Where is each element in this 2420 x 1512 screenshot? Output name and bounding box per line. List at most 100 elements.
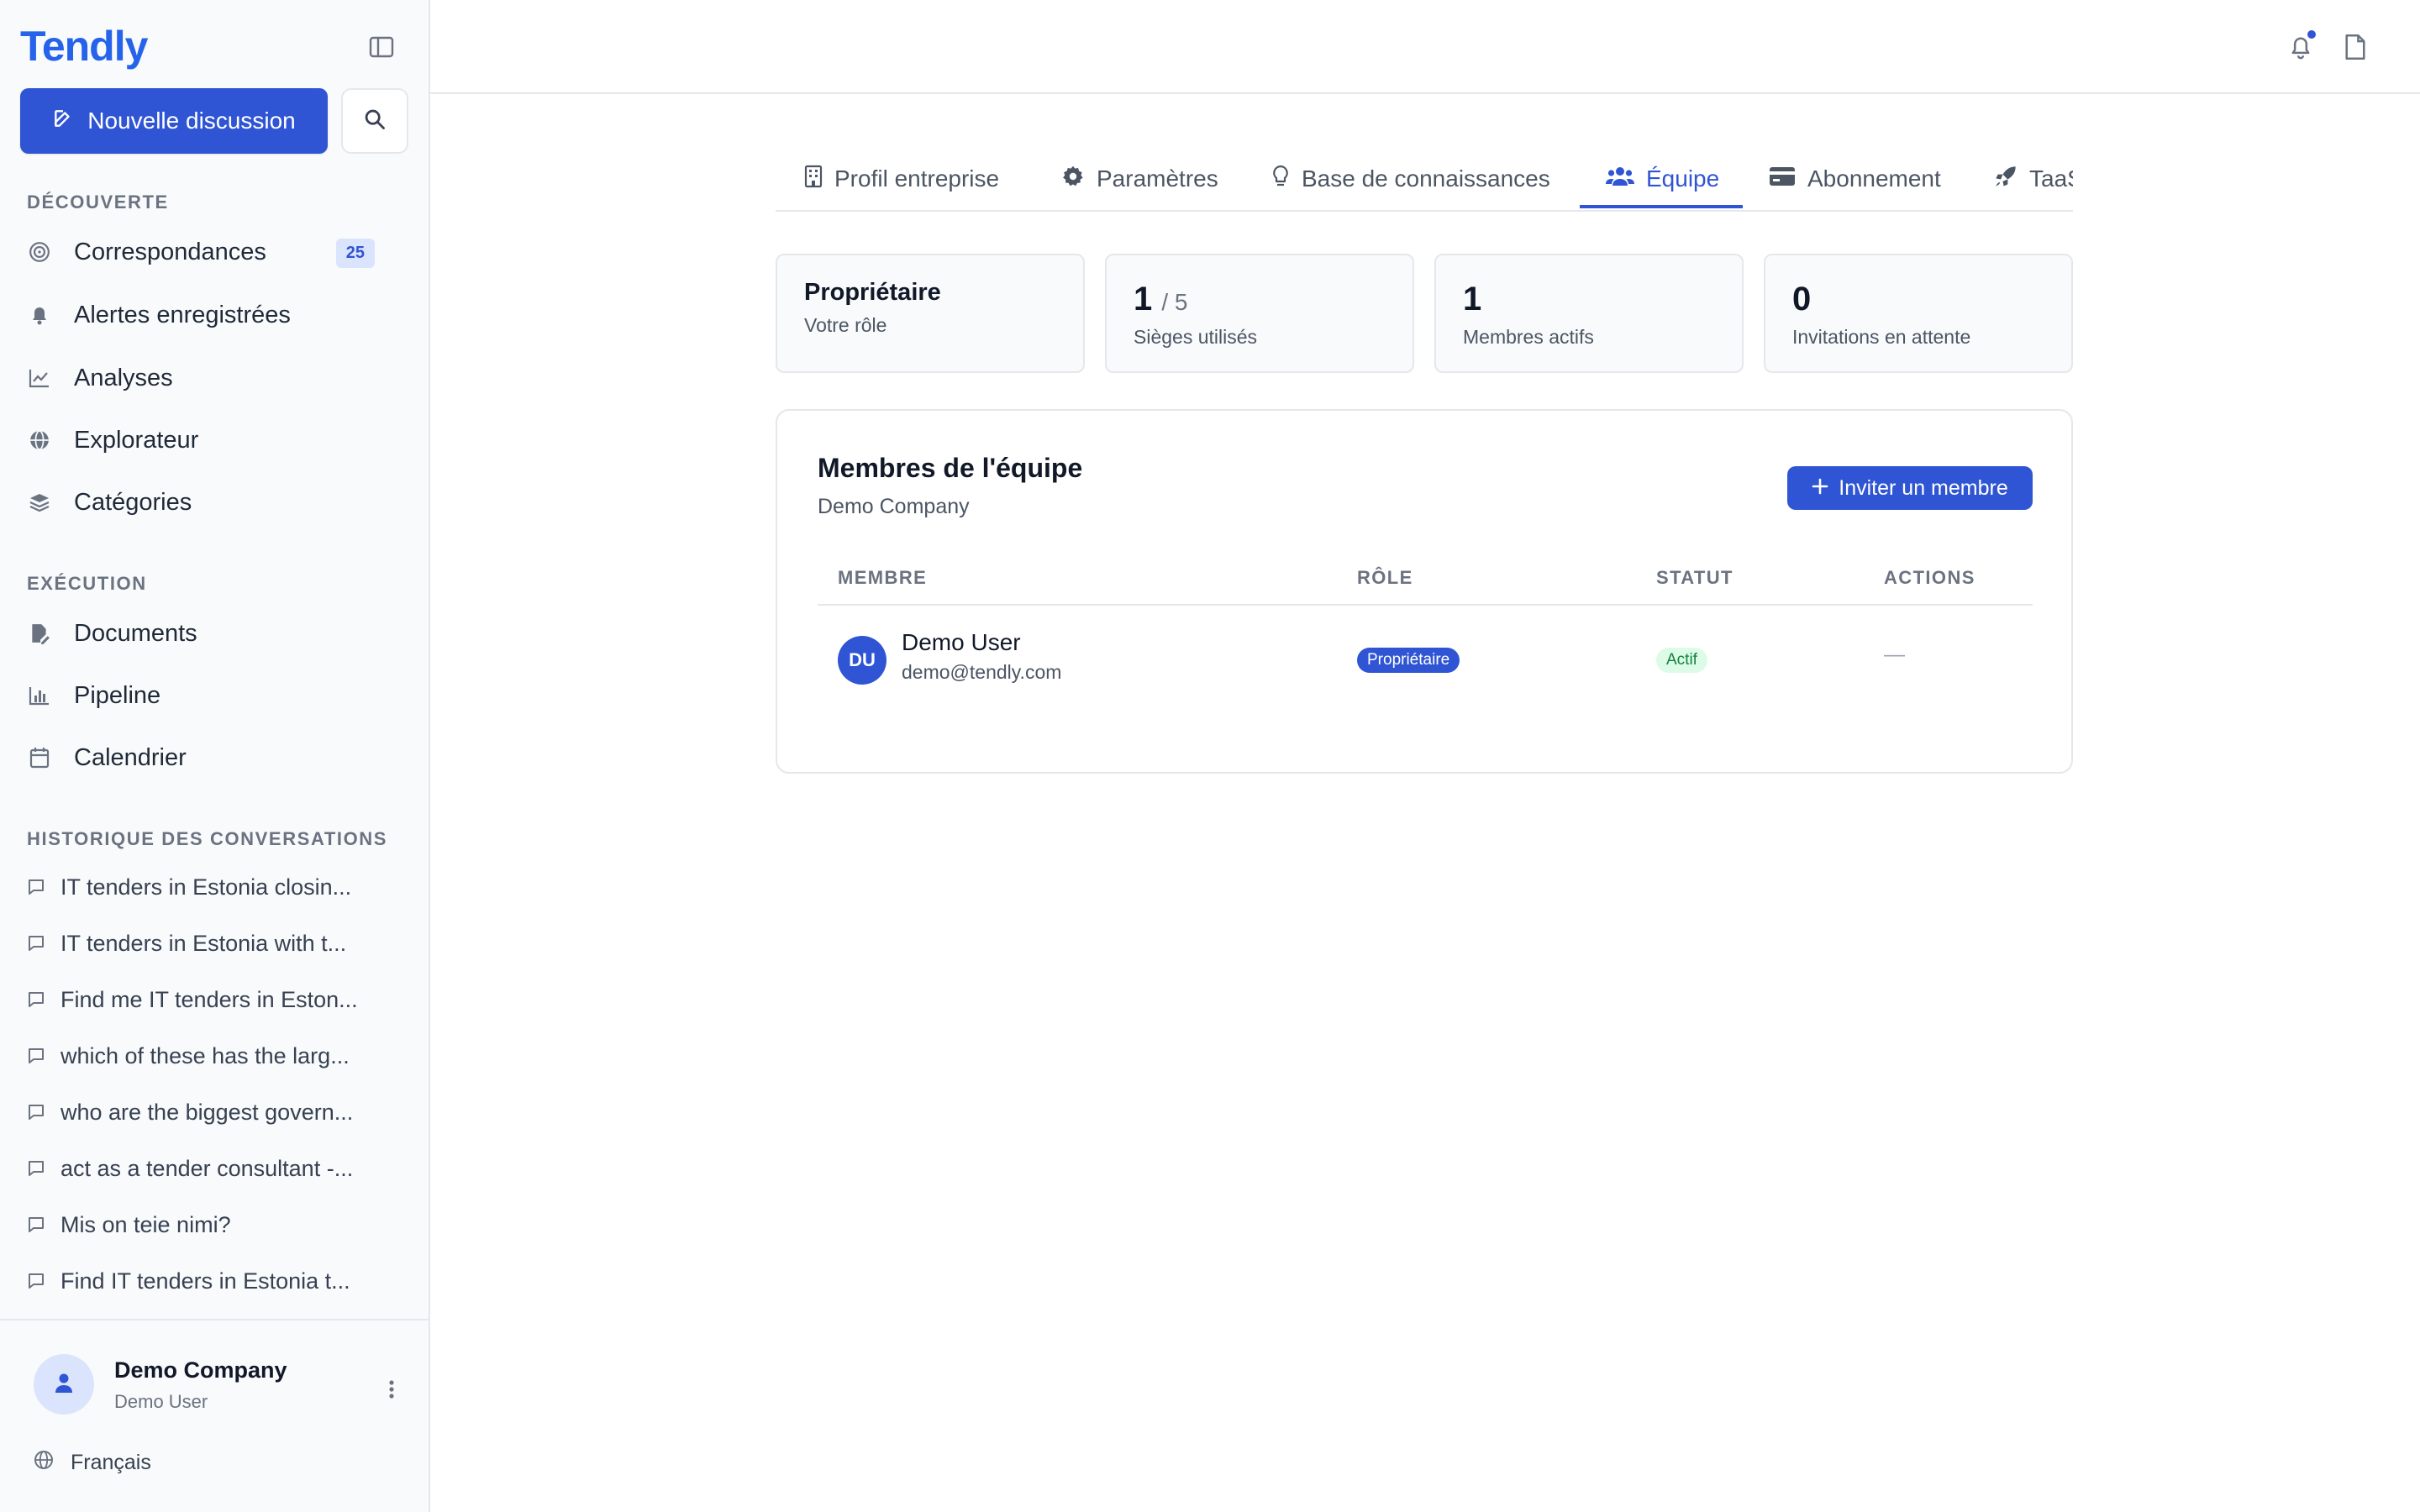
bell-icon xyxy=(27,302,52,328)
avatar: DU xyxy=(838,636,886,685)
line-chart-icon xyxy=(27,365,52,391)
no-actions: — xyxy=(1884,643,1905,666)
stat-value: 0 xyxy=(1792,281,1812,318)
app-logo[interactable]: Tendly xyxy=(20,22,148,71)
history-item[interactable]: Mis on teie nimi? xyxy=(27,1204,403,1246)
message-icon xyxy=(27,1103,45,1121)
history-item[interactable]: who are the biggest govern... xyxy=(27,1091,403,1133)
history-item-label: IT tenders in Estonia with t... xyxy=(60,930,347,956)
tab-company-profile[interactable]: Profil entreprise xyxy=(804,146,999,210)
history-item-label: which of these has the larg... xyxy=(60,1042,350,1068)
sidebar-item-label: Alertes enregistrées xyxy=(74,301,291,328)
new-discussion-label: Nouvelle discussion xyxy=(87,108,296,134)
section-label-history: HISTORIQUE DES CONVERSATIONS xyxy=(27,828,388,849)
history-item[interactable]: IT tenders in Estonia closin... xyxy=(27,866,403,908)
tab-knowledge-base[interactable]: Base de connaissances xyxy=(1271,146,1550,210)
invite-member-button[interactable]: Inviter un membre xyxy=(1787,466,2033,510)
tab-settings[interactable]: Paramètres xyxy=(1061,146,1218,210)
history-item-label: IT tenders in Estonia closin... xyxy=(60,874,352,900)
sidebar-item-label: Analyses xyxy=(74,364,173,391)
user-profile[interactable]: Demo Company Demo User xyxy=(0,1319,429,1415)
file-edit-icon xyxy=(27,621,52,646)
card-title: Membres de l'équipe xyxy=(818,453,1083,483)
column-header-role: RÔLE xyxy=(1357,567,1413,588)
history-item-label: act as a tender consultant -... xyxy=(60,1155,354,1181)
tab-label: Base de connaissances xyxy=(1302,165,1550,192)
tab-label: Abonnement xyxy=(1807,165,1941,192)
search-icon xyxy=(363,108,387,135)
stat-label: Membres actifs xyxy=(1463,326,1594,348)
stat-card-role: Propriétaire Votre rôle xyxy=(776,254,1085,373)
stat-value: Propriétaire xyxy=(804,279,941,306)
stat-value: 1 xyxy=(1463,281,1482,318)
sidebar-item-explorer[interactable]: Explorateur xyxy=(27,415,403,465)
history-item-label: Mis on teie nimi? xyxy=(60,1211,231,1237)
sidebar-item-categories[interactable]: Catégories xyxy=(27,477,403,528)
sidebar-item-pipeline[interactable]: Pipeline xyxy=(27,670,403,721)
target-icon xyxy=(27,239,52,265)
sidebar-item-documents[interactable]: Documents xyxy=(27,608,403,659)
member-email: demo@tendly.com xyxy=(902,661,1062,683)
tab-taas[interactable]: TaaS xyxy=(1994,146,2073,210)
sidebar-item-correspondances[interactable]: Correspondances 25 xyxy=(27,227,403,277)
message-icon xyxy=(27,1159,45,1178)
history-item[interactable]: which of these has the larg... xyxy=(27,1035,403,1077)
stat-value: 1 / 5 xyxy=(1134,281,1188,318)
status-badge: Actif xyxy=(1656,648,1707,673)
gear-icon xyxy=(1061,165,1085,194)
seats-total: / 5 xyxy=(1161,289,1188,315)
team-members-card: Membres de l'équipe Demo Company Inviter… xyxy=(776,409,2073,774)
profile-user: Demo User xyxy=(114,1391,208,1412)
language-label: Français xyxy=(71,1451,151,1474)
bar-chart-icon xyxy=(27,683,52,708)
card-subtitle: Demo Company xyxy=(818,495,970,518)
edit-icon xyxy=(52,108,74,135)
history-item-label: who are the biggest govern... xyxy=(60,1099,354,1125)
sidebar-toggle-icon[interactable] xyxy=(365,30,398,64)
credit-card-icon xyxy=(1769,165,1796,192)
stat-label: Sièges utilisés xyxy=(1134,326,1258,348)
column-header-member: MEMBRE xyxy=(838,567,928,588)
tab-subscription[interactable]: Abonnement xyxy=(1769,146,1941,210)
notification-dot xyxy=(2306,29,2317,40)
layers-icon xyxy=(27,490,52,515)
sidebar-item-alerts[interactable]: Alertes enregistrées xyxy=(27,290,403,340)
new-discussion-button[interactable]: Nouvelle discussion xyxy=(20,88,328,154)
tab-team[interactable]: Équipe xyxy=(1606,146,1720,210)
history-item[interactable]: IT tenders in Estonia with t... xyxy=(27,922,403,964)
tab-label: Paramètres xyxy=(1097,165,1218,192)
plus-icon xyxy=(1812,476,1828,501)
role-badge: Propriétaire xyxy=(1357,648,1460,673)
more-options-icon[interactable] xyxy=(381,1373,402,1406)
stat-label: Votre rôle xyxy=(804,314,887,336)
globe-icon xyxy=(34,1450,54,1476)
history-item[interactable]: Find me IT tenders in Eston... xyxy=(27,979,403,1021)
profile-company: Demo Company xyxy=(114,1357,287,1383)
sidebar-item-label: Documents xyxy=(74,619,197,647)
history-item[interactable]: Find IT tenders in Estonia t... xyxy=(27,1260,403,1302)
stat-card-seats: 1 / 5 Sièges utilisés xyxy=(1105,254,1414,373)
history-item[interactable]: act as a tender consultant -... xyxy=(27,1147,403,1189)
search-button[interactable] xyxy=(341,88,408,154)
sidebar-item-label: Correspondances xyxy=(74,238,266,265)
language-selector[interactable]: Français xyxy=(34,1450,151,1476)
section-label-discover: DÉCOUVERTE xyxy=(27,192,169,213)
stat-label: Invitations en attente xyxy=(1792,326,1971,348)
column-header-actions: ACTIONS xyxy=(1884,567,1975,588)
sidebar-item-calendar[interactable]: Calendrier xyxy=(27,732,403,783)
member-name: Demo User xyxy=(902,629,1021,655)
tab-label: Équipe xyxy=(1646,165,1720,192)
sidebar-item-label: Pipeline xyxy=(74,681,161,709)
sidebar-item-label: Explorateur xyxy=(74,426,199,454)
message-icon xyxy=(27,878,45,896)
seats-used: 1 xyxy=(1134,281,1153,318)
building-icon xyxy=(804,165,823,194)
invite-label: Inviter un membre xyxy=(1839,475,2008,500)
globe-icon xyxy=(27,428,52,453)
sidebar-item-analyses[interactable]: Analyses xyxy=(27,353,403,403)
calendar-icon xyxy=(27,745,52,770)
settings-tabs: Profil entreprise Paramètres Base de con… xyxy=(776,146,2073,212)
users-icon xyxy=(1606,165,1634,193)
active-tab-indicator xyxy=(1580,205,1743,208)
document-icon[interactable] xyxy=(2341,30,2370,64)
